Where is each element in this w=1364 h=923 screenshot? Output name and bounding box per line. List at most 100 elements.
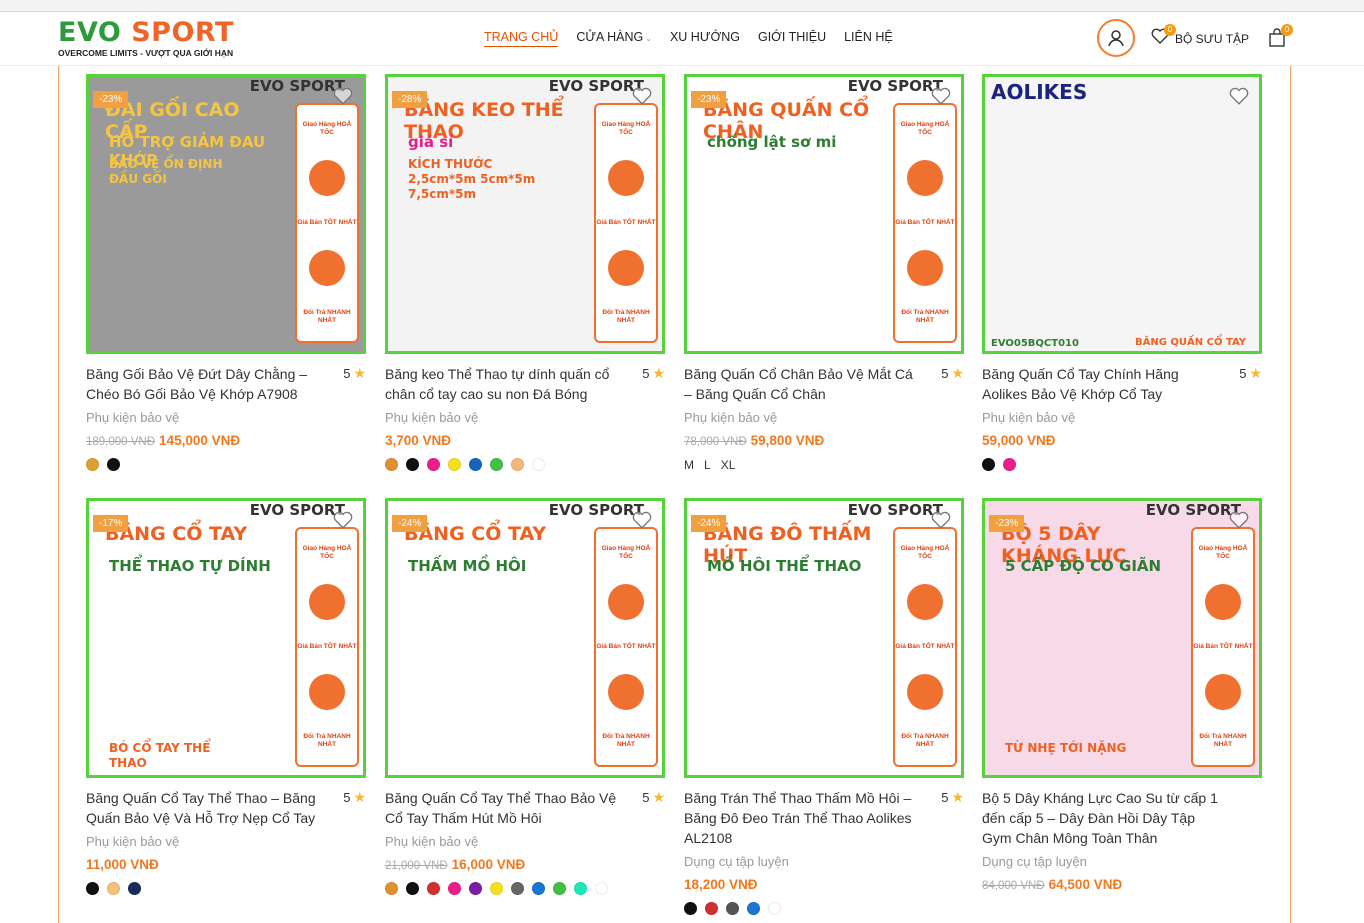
add-to-wishlist-icon[interactable]: [333, 511, 353, 534]
color-swatch[interactable]: [385, 882, 398, 895]
color-swatch[interactable]: [86, 882, 99, 895]
add-to-wishlist-icon[interactable]: [931, 87, 951, 110]
product-category[interactable]: Phụ kiện bảo vệ: [982, 410, 1264, 425]
color-swatch[interactable]: [469, 458, 482, 471]
color-swatch[interactable]: [469, 882, 482, 895]
site-logo[interactable]: EVO SPORT OVERCOME LIMITS - VƯỢT QUA GIỚ…: [58, 18, 248, 60]
wishlist-link[interactable]: 0 BỘ SƯU TẬP: [1151, 24, 1249, 49]
color-swatch[interactable]: [705, 902, 718, 915]
color-swatch[interactable]: [406, 882, 419, 895]
color-swatch[interactable]: [726, 902, 739, 915]
add-to-wishlist-icon[interactable]: [632, 87, 652, 110]
cart-button[interactable]: 0: [1268, 24, 1293, 53]
color-swatch[interactable]: [427, 882, 440, 895]
product-card[interactable]: -28% EVO SPORT Giao Hàng HOẢ TỐC Giá Bán …: [385, 74, 667, 471]
image-brand-text: EVO SPORT: [548, 501, 644, 519]
color-swatch[interactable]: [128, 882, 141, 895]
nav-contact[interactable]: LIÊN HỆ: [844, 30, 893, 47]
add-to-wishlist-icon[interactable]: [1229, 511, 1249, 534]
color-swatch[interactable]: [595, 882, 608, 895]
shield-check-icon: [309, 250, 345, 287]
product-card[interactable]: -24% EVO SPORT Giao Hàng HOẢ TỐC Giá Bán …: [684, 498, 966, 915]
add-to-wishlist-icon[interactable]: [333, 87, 353, 110]
product-image[interactable]: -23% EVO SPORT Giao Hàng HOẢ TỐC Giá Bán …: [86, 74, 366, 354]
color-swatch[interactable]: [684, 902, 697, 915]
star-icon: ★: [951, 365, 964, 381]
image-subheading: THỂ THAO TỰ DÍNH: [109, 557, 271, 575]
product-card[interactable]: -23% EVO SPORT Giao Hàng HOẢ TỐC Giá Bán …: [684, 74, 966, 472]
color-swatch[interactable]: [511, 458, 524, 471]
product-card[interactable]: -23% EVO SPORT Giao Hàng HOẢ TỐC Giá Bán …: [86, 74, 368, 471]
color-swatch[interactable]: [768, 902, 781, 915]
product-image[interactable]: -17% EVO SPORT Giao Hàng HOẢ TỐC Giá Bán …: [86, 498, 366, 778]
color-swatch[interactable]: [406, 458, 419, 471]
promo-ship-text: Giao Hàng HOẢ TỐC: [302, 544, 352, 560]
title-row: Băng keo Thể Thao tự dính quấn cổ chân c…: [385, 364, 667, 404]
shield-check-icon: [608, 674, 644, 711]
color-swatch[interactable]: [747, 902, 760, 915]
color-swatch[interactable]: [427, 458, 440, 471]
nav-trending[interactable]: XU HƯỚNG: [670, 30, 740, 47]
image-brand-text: EVO SPORT: [1145, 501, 1241, 519]
color-swatch[interactable]: [107, 882, 120, 895]
add-to-wishlist-icon[interactable]: [931, 511, 951, 534]
add-to-wishlist-icon[interactable]: [1229, 87, 1249, 110]
product-title[interactable]: Băng keo Thể Thao tự dính quấn cổ chân c…: [385, 364, 625, 404]
nav-about[interactable]: GIỚI THIỆU: [758, 30, 826, 47]
product-title[interactable]: Băng Trán Thể Thao Thấm Mồ Hôi – Băng Đô…: [684, 788, 924, 848]
product-category[interactable]: Phụ kiện bảo vệ: [385, 834, 667, 849]
color-swatch[interactable]: [490, 882, 503, 895]
product-image[interactable]: AOLIKES EVO05BQCT010 BĂNG QUẤN CỔ TAY: [982, 74, 1262, 354]
color-swatch[interactable]: [532, 458, 545, 471]
product-title[interactable]: Băng Quấn Cổ Chân Bảo Vệ Mắt Cá – Băng Q…: [684, 364, 924, 404]
size-option[interactable]: M: [684, 458, 694, 472]
product-category[interactable]: Dụng cụ tập luyện: [982, 854, 1264, 869]
product-card[interactable]: -23% EVO SPORT Giao Hàng HOẢ TỐC Giá Bán …: [982, 498, 1264, 892]
main-nav: TRANG CHỦ CỬA HÀNG ⌄ XU HƯỚNG GIỚI THIỆU …: [484, 30, 893, 47]
color-swatch[interactable]: [385, 458, 398, 471]
product-category[interactable]: Phụ kiện bảo vệ: [684, 410, 966, 425]
product-title[interactable]: Băng Quấn Cổ Tay Thể Thao Bảo Vệ Cổ Tay …: [385, 788, 625, 828]
product-image[interactable]: -24% EVO SPORT Giao Hàng HOẢ TỐC Giá Bán …: [385, 498, 665, 778]
image-caption: BĂNG QUẤN CỔ TAY: [1135, 337, 1247, 348]
product-image[interactable]: -28% EVO SPORT Giao Hàng HOẢ TỐC Giá Bán …: [385, 74, 665, 354]
product-category[interactable]: Phụ kiện bảo vệ: [385, 410, 667, 425]
product-title[interactable]: Băng Quấn Cổ Tay Chính Hãng Aolikes Bảo …: [982, 364, 1222, 404]
product-title[interactable]: Băng Gối Bảo Vệ Đứt Dây Chằng – Chéo Bó …: [86, 364, 326, 404]
product-title[interactable]: Bộ 5 Dây Kháng Lực Cao Su từ cấp 1 đến c…: [982, 788, 1222, 848]
color-swatch[interactable]: [511, 882, 524, 895]
product-image[interactable]: -24% EVO SPORT Giao Hàng HOẢ TỐC Giá Bán …: [684, 498, 964, 778]
product-category[interactable]: Phụ kiện bảo vệ: [86, 410, 368, 425]
color-swatch[interactable]: [982, 458, 995, 471]
product-title[interactable]: Băng Quấn Cổ Tay Thể Thao – Băng Quấn Bả…: [86, 788, 326, 828]
color-swatch[interactable]: [86, 458, 99, 471]
product-category[interactable]: Dụng cụ tập luyện: [684, 854, 966, 869]
color-swatch[interactable]: [553, 882, 566, 895]
product-category[interactable]: Phụ kiện bảo vệ: [86, 834, 368, 849]
color-swatch[interactable]: [574, 882, 587, 895]
color-swatch[interactable]: [490, 458, 503, 471]
account-button[interactable]: [1097, 19, 1135, 57]
price-row: 21,000 VNĐ 16,000 VNĐ: [385, 857, 667, 872]
color-swatch[interactable]: [107, 458, 120, 471]
color-swatch[interactable]: [1003, 458, 1016, 471]
user-icon: [1108, 30, 1124, 47]
promo-return-text: Đổi Trả NHANH NHẤT: [1199, 733, 1247, 749]
size-option[interactable]: L: [704, 458, 711, 472]
product-card[interactable]: -17% EVO SPORT Giao Hàng HOẢ TỐC Giá Bán …: [86, 498, 368, 895]
product-artwork: [985, 77, 1259, 351]
price-row: 59,000 VNĐ: [982, 433, 1264, 448]
sale-badge: -24%: [691, 515, 727, 532]
color-swatch[interactable]: [532, 882, 545, 895]
color-swatches: [982, 458, 1264, 471]
product-image[interactable]: -23% EVO SPORT Giao Hàng HOẢ TỐC Giá Bán …: [982, 498, 1262, 778]
product-image[interactable]: -23% EVO SPORT Giao Hàng HOẢ TỐC Giá Bán …: [684, 74, 964, 354]
add-to-wishlist-icon[interactable]: [632, 511, 652, 534]
product-card[interactable]: AOLIKES EVO05BQCT010 BĂNG QUẤN CỔ TAY Băng…: [982, 74, 1264, 471]
nav-home[interactable]: TRANG CHỦ: [484, 30, 559, 47]
color-swatch[interactable]: [448, 882, 461, 895]
product-card[interactable]: -24% EVO SPORT Giao Hàng HOẢ TỐC Giá Bán …: [385, 498, 667, 895]
color-swatch[interactable]: [448, 458, 461, 471]
size-option[interactable]: XL: [721, 458, 736, 472]
nav-shop[interactable]: CỬA HÀNG ⌄: [576, 30, 652, 47]
